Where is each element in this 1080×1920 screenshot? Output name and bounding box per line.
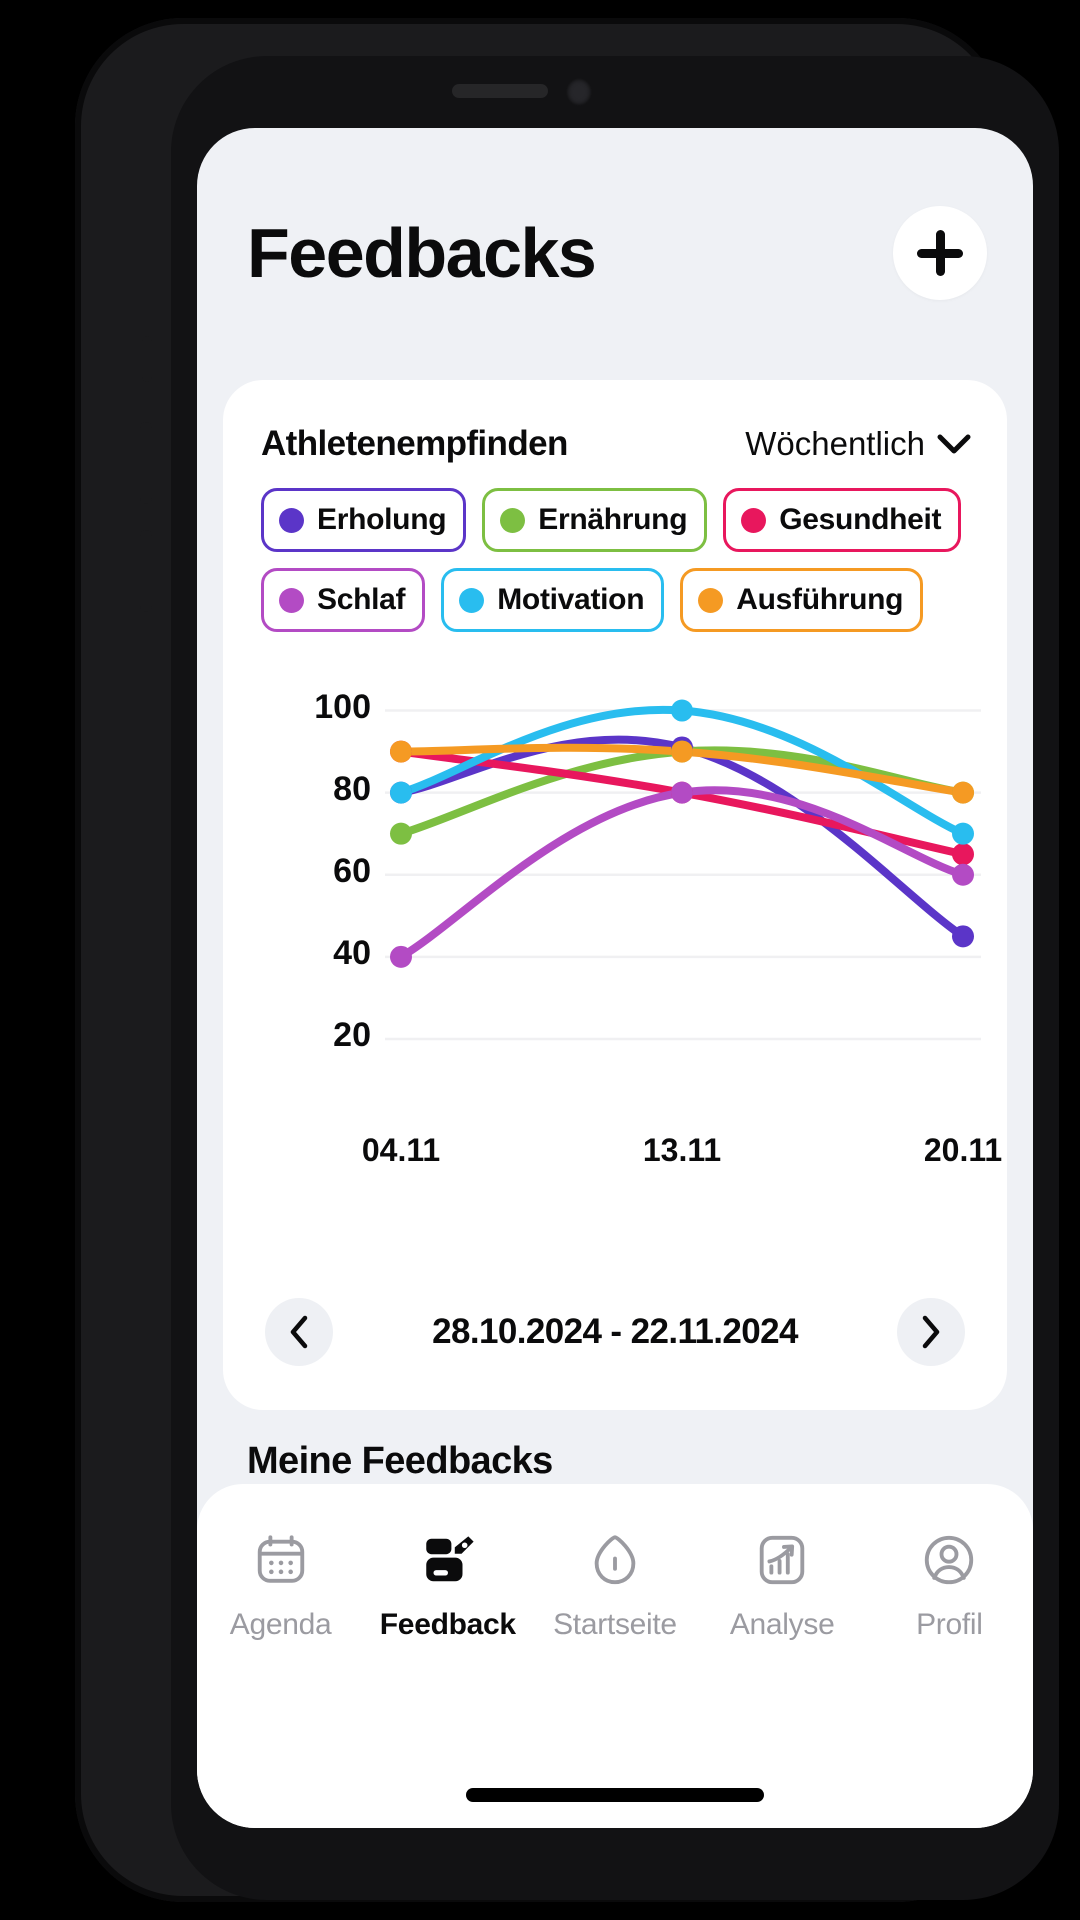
- tab-feedback[interactable]: Feedback: [373, 1528, 523, 1642]
- legend-chip-label: Motivation: [497, 583, 645, 616]
- y-axis-tick-label: 20: [333, 1015, 371, 1054]
- legend-color-dot: [500, 507, 526, 533]
- data-point[interactable]: [671, 740, 693, 763]
- y-axis-tick-label: 80: [333, 769, 371, 808]
- tab-analyse[interactable]: Analyse: [707, 1528, 857, 1642]
- home-indicator: [466, 1788, 764, 1802]
- legend-chip-label: Gesundheit: [779, 503, 942, 536]
- data-point[interactable]: [390, 822, 412, 845]
- tab-label: Analyse: [729, 1608, 835, 1641]
- legend-color-dot: [741, 507, 767, 533]
- volume-down-button[interactable]: [140, 530, 152, 612]
- line-chart: 100 80 60 40 20 04.11 13.11 20.11: [223, 676, 1007, 1168]
- tab-agenda[interactable]: Agenda: [206, 1528, 356, 1642]
- phone-notch: [414, 70, 666, 112]
- data-point[interactable]: [671, 781, 693, 804]
- legend-color-dot: [279, 507, 304, 533]
- legend-chip-ausführung[interactable]: Ausführung: [680, 568, 924, 632]
- x-axis-tick-label: 13.11: [642, 1132, 722, 1168]
- x-axis-tick-label: 04.11: [361, 1132, 441, 1168]
- legend-chip-erholung[interactable]: Erholung: [261, 488, 467, 552]
- next-range-button[interactable]: [897, 1298, 965, 1366]
- athlete-feeling-card: Athletenempfinden Wöchentlich Erholung Er…: [223, 380, 1007, 1410]
- tab-label: Profil: [916, 1608, 983, 1641]
- data-point[interactable]: [390, 781, 412, 804]
- line-chart-svg: [385, 699, 981, 1041]
- legend-color-dot: [459, 587, 485, 613]
- period-select-label: Wöchentlich: [745, 425, 925, 462]
- data-point[interactable]: [952, 781, 974, 804]
- tab-label: Feedback: [379, 1608, 516, 1641]
- volume-up-button[interactable]: [140, 422, 152, 504]
- feedback-card-icon: [416, 1528, 480, 1592]
- data-point[interactable]: [390, 740, 412, 763]
- data-point[interactable]: [952, 925, 974, 948]
- x-axis-tick-label: 20.11: [923, 1132, 1003, 1168]
- chart-title: Athletenempfinden: [261, 424, 568, 463]
- date-range-nav: 28.10.2024 - 22.11.2024: [223, 1298, 1007, 1366]
- y-axis-tick-label: 40: [333, 933, 371, 972]
- legend-chip-ernährung[interactable]: Ernährung: [482, 488, 708, 552]
- tab-label: Agenda: [229, 1608, 332, 1641]
- legend-chip-label: Erholung: [317, 503, 447, 536]
- data-point[interactable]: [671, 699, 693, 722]
- app-screen: Feedbacks Athletenempfinden Wöchentlich …: [197, 128, 1033, 1828]
- y-axis-tick-label: 100: [314, 687, 371, 726]
- add-feedback-button[interactable]: [893, 206, 987, 300]
- earpiece-speaker: [452, 84, 548, 98]
- date-range-label: 28.10.2024 - 22.11.2024: [432, 1312, 798, 1351]
- home-icon: [583, 1528, 647, 1592]
- front-camera: [566, 78, 592, 106]
- legend-color-dot: [279, 587, 304, 613]
- profile-person-icon: [917, 1528, 981, 1592]
- app-header: Feedbacks: [197, 188, 1033, 318]
- legend-chip-label: Ausführung: [736, 583, 904, 616]
- chart-card-header: Athletenempfinden Wöchentlich: [223, 380, 1007, 464]
- bottom-tab-bar: Agenda Feedback Startseite Analyse Profi…: [197, 1484, 1033, 1828]
- calendar-icon: [249, 1528, 313, 1592]
- tab-profil[interactable]: Profil: [874, 1528, 1024, 1642]
- phone-frame: Feedbacks Athletenempfinden Wöchentlich …: [75, 18, 1059, 1902]
- y-axis-tick-label: 60: [333, 851, 371, 890]
- page-title: Feedbacks: [247, 214, 597, 292]
- mute-switch[interactable]: [142, 336, 152, 382]
- series-legend: Erholung Ernährung Gesundheit Schlaf Motivat…: [223, 464, 1007, 632]
- legend-chip-label: Schlaf: [317, 583, 406, 616]
- tab-label: Startseite: [553, 1608, 677, 1641]
- chevron-left-icon: [290, 1315, 308, 1349]
- legend-color-dot: [698, 587, 724, 613]
- legend-chip-schlaf[interactable]: Schlaf: [261, 568, 426, 632]
- data-point[interactable]: [952, 863, 974, 886]
- chevron-down-icon: [937, 434, 971, 454]
- legend-chip-gesundheit[interactable]: Gesundheit: [723, 488, 962, 552]
- plus-icon: [917, 230, 963, 276]
- analytics-chart-icon: [750, 1528, 814, 1592]
- legend-chip-motivation[interactable]: Motivation: [441, 568, 665, 632]
- data-point[interactable]: [952, 843, 974, 866]
- data-point[interactable]: [390, 945, 412, 968]
- previous-range-button[interactable]: [265, 1298, 333, 1366]
- my-feedbacks-section-title: Meine Feedbacks: [247, 1440, 553, 1482]
- data-point[interactable]: [952, 822, 974, 845]
- period-select[interactable]: Wöchentlich: [745, 425, 971, 463]
- legend-chip-label: Ernährung: [538, 503, 688, 536]
- tab-startseite[interactable]: Startseite: [540, 1528, 690, 1642]
- chevron-right-icon: [922, 1315, 940, 1349]
